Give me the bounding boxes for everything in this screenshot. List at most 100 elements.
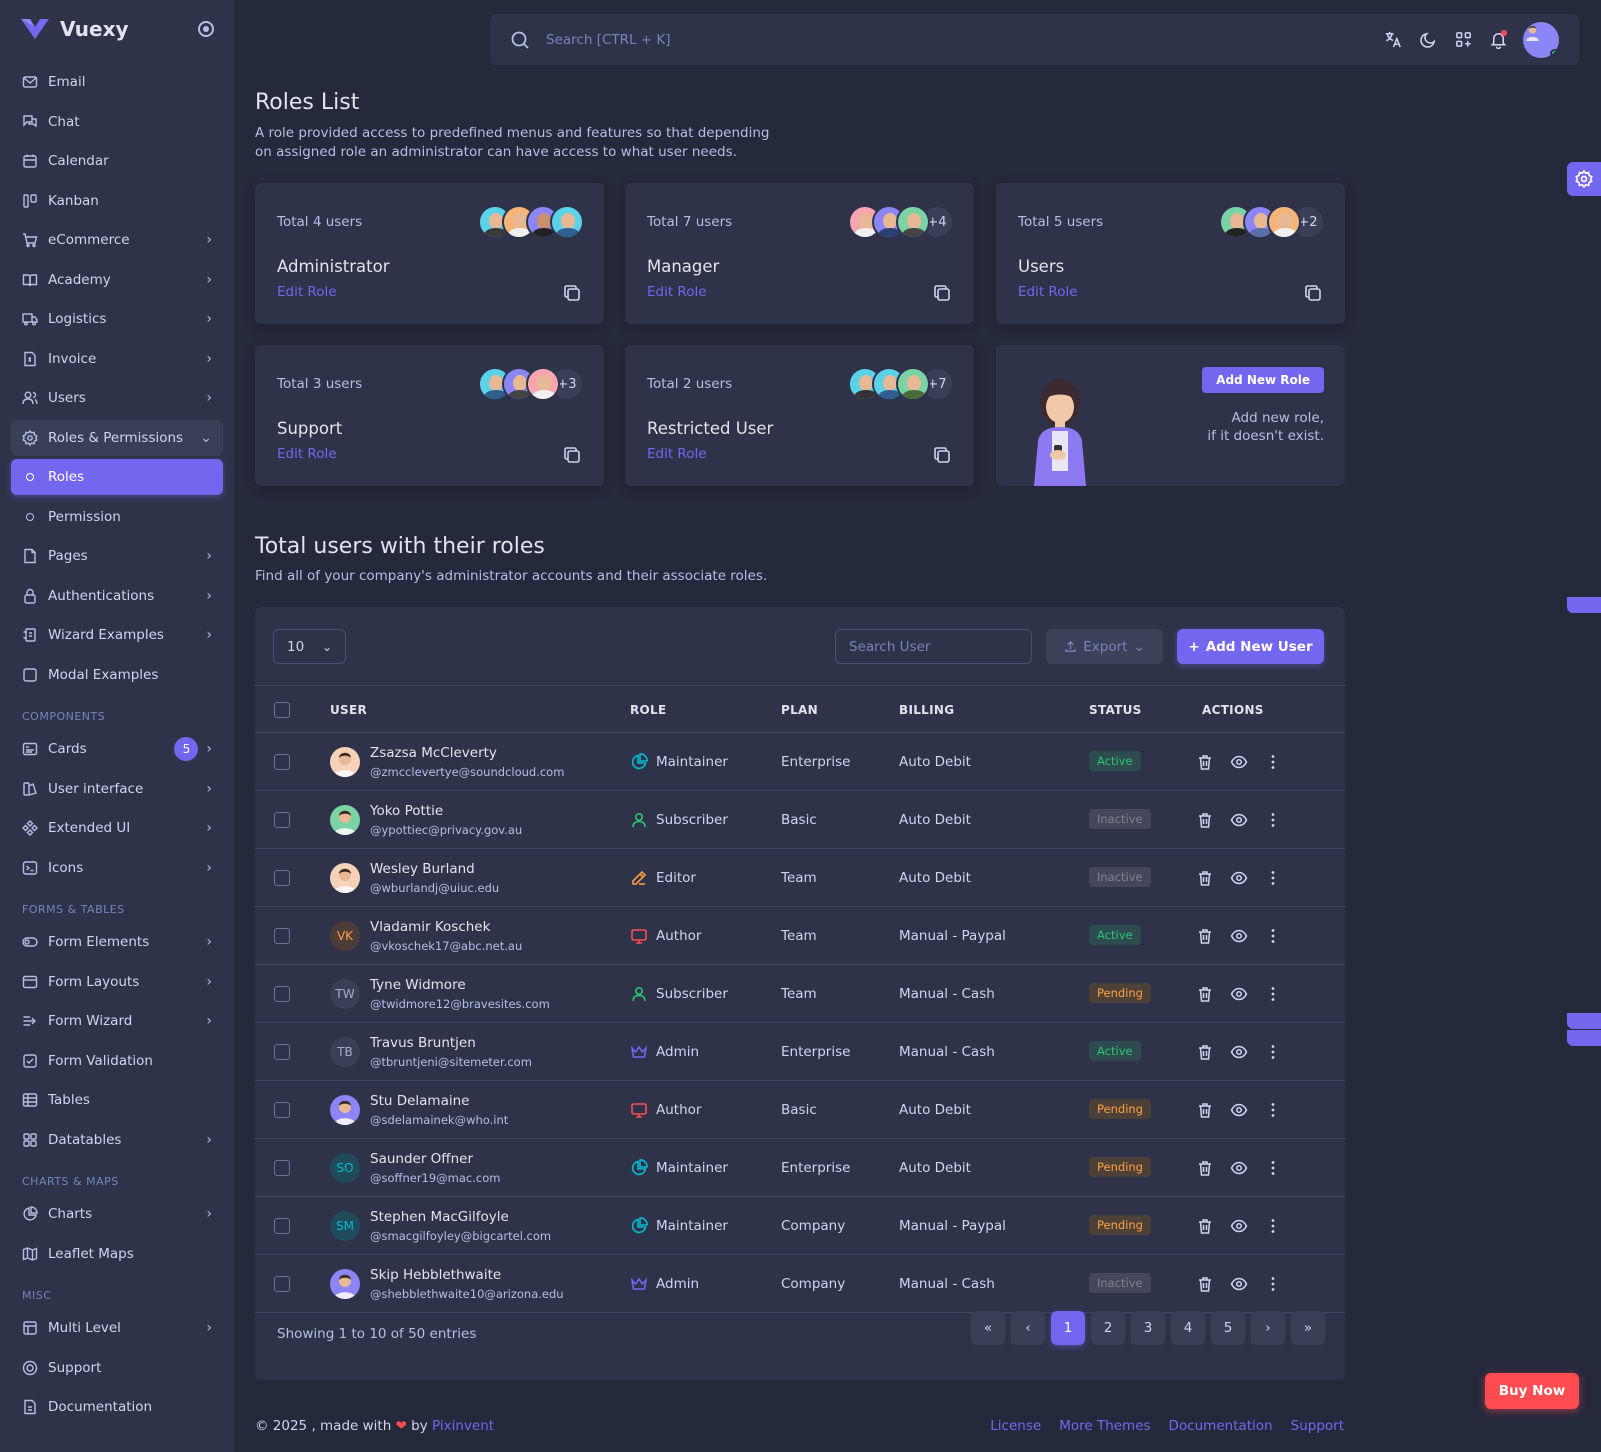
row-checkbox[interactable] (274, 1218, 290, 1234)
more-vertical-icon[interactable] (1264, 1159, 1282, 1177)
sidebar-item-form-layouts[interactable]: Form Layouts › (11, 964, 223, 1000)
more-vertical-icon[interactable] (1264, 1101, 1282, 1119)
row-checkbox[interactable] (274, 1044, 290, 1060)
page-button[interactable]: 1 (1051, 1311, 1085, 1345)
add-new-role-button[interactable]: Add New Role (1202, 367, 1324, 393)
side-tab[interactable] (1567, 597, 1601, 613)
user-name-link[interactable]: Travus Bruntjen (370, 1035, 476, 1051)
footer-link-more-themes[interactable]: More Themes (1059, 1418, 1150, 1434)
eye-icon[interactable] (1230, 1101, 1248, 1119)
sidebar-item-pages[interactable]: Pages › (11, 538, 223, 574)
eye-icon[interactable] (1230, 1043, 1248, 1061)
avatar[interactable]: VK (330, 921, 360, 951)
sidebar-item-user-interface[interactable]: User interface › (11, 771, 223, 807)
more-vertical-icon[interactable] (1264, 869, 1282, 887)
table-row[interactable]: Stu Delamaine @sdelamainek@who.int Autho… (255, 1081, 1345, 1139)
trash-icon[interactable] (1196, 811, 1214, 829)
sidebar-item-documentation[interactable]: Documentation (11, 1389, 223, 1425)
sidebar-item-kanban[interactable]: Kanban (11, 183, 223, 219)
more-vertical-icon[interactable] (1264, 753, 1282, 771)
avatar[interactable] (896, 367, 930, 401)
avatar[interactable]: TW (330, 979, 360, 1009)
sidebar-item-modal-examples[interactable]: Modal Examples (11, 657, 223, 693)
copy-icon[interactable] (932, 445, 952, 465)
trash-icon[interactable] (1196, 1159, 1214, 1177)
sidebar-item-authentications[interactable]: Authentications › (11, 578, 223, 614)
more-vertical-icon[interactable] (1264, 1217, 1282, 1235)
avatar[interactable]: SO (330, 1153, 360, 1183)
user-name-link[interactable]: Yoko Pottie (370, 803, 443, 819)
bell-icon[interactable] (1488, 29, 1508, 50)
footer-link-documentation[interactable]: Documentation (1169, 1418, 1273, 1434)
sidebar-item-roles-permissions[interactable]: Roles & Permissions ⌄ (11, 419, 223, 456)
sidebar-item-chat[interactable]: Chat (11, 104, 223, 140)
avatar[interactable]: SM (330, 1211, 360, 1241)
sidebar-toggle-icon[interactable] (198, 21, 214, 37)
export-button[interactable]: Export ⌄ (1046, 629, 1163, 664)
table-row[interactable]: SM Stephen MacGilfoyle @smacgilfoyley@bi… (255, 1197, 1345, 1255)
sidebar-item-invoice[interactable]: Invoice › (11, 341, 223, 377)
page-button[interactable]: 3 (1131, 1311, 1165, 1345)
translate-icon[interactable] (1383, 30, 1403, 50)
more-vertical-icon[interactable] (1264, 811, 1282, 829)
avatar[interactable] (330, 863, 360, 893)
user-name-link[interactable]: Skip Hebblethwaite (370, 1267, 501, 1283)
user-name-link[interactable]: Stephen MacGilfoyle (370, 1209, 509, 1225)
table-row[interactable]: Skip Hebblethwaite @shebblethwaite10@ari… (255, 1255, 1345, 1313)
edit-role-link[interactable]: Edit Role (277, 446, 337, 462)
eye-icon[interactable] (1230, 985, 1248, 1003)
copy-icon[interactable] (932, 283, 952, 303)
trash-icon[interactable] (1196, 1101, 1214, 1119)
copy-icon[interactable] (562, 445, 582, 465)
avatar[interactable] (896, 205, 930, 239)
row-checkbox[interactable] (274, 812, 290, 828)
next-page-button[interactable]: › (1251, 1311, 1285, 1345)
sidebar-item-support[interactable]: Support (11, 1350, 223, 1386)
avatar[interactable] (330, 805, 360, 835)
column-header-role[interactable]: ROLE (630, 703, 667, 717)
sidebar-item-calendar[interactable]: Calendar (11, 143, 223, 179)
copy-icon[interactable] (1303, 283, 1323, 303)
user-name-link[interactable]: Stu Delamaine (370, 1093, 469, 1109)
sidebar-item-extended-ui[interactable]: Extended UI › (11, 810, 223, 846)
trash-icon[interactable] (1196, 869, 1214, 887)
trash-icon[interactable] (1196, 1217, 1214, 1235)
edit-role-link[interactable]: Edit Role (277, 284, 337, 300)
table-row[interactable]: TB Travus Bruntjen @tbruntjeni@sitemeter… (255, 1023, 1345, 1081)
table-row[interactable]: SO Saunder Offner @soffner19@mac.com Mai… (255, 1139, 1345, 1197)
table-row[interactable]: Yoko Pottie @ypottiec@privacy.gov.au Sub… (255, 791, 1345, 849)
table-row[interactable]: TW Tyne Widmore @twidmore12@bravesites.c… (255, 965, 1345, 1023)
trash-icon[interactable] (1196, 927, 1214, 945)
table-row[interactable]: Wesley Burland @wburlandj@uiuc.edu Edito… (255, 849, 1345, 907)
trash-icon[interactable] (1196, 1275, 1214, 1293)
sidebar-item-tables[interactable]: Tables (11, 1082, 223, 1118)
search-user-input[interactable]: Search User (835, 629, 1032, 664)
sidebar-item-datatables[interactable]: Datatables › (11, 1122, 223, 1158)
edit-role-link[interactable]: Edit Role (647, 284, 707, 300)
avatar[interactable] (526, 367, 560, 401)
company-link[interactable]: Pixinvent (432, 1418, 494, 1434)
sidebar-item-form-elements[interactable]: Form Elements › (11, 924, 223, 960)
avatar[interactable] (550, 205, 584, 239)
search-icon[interactable] (510, 30, 530, 50)
column-header-user[interactable]: USER (330, 703, 367, 717)
eye-icon[interactable] (1230, 1217, 1248, 1235)
row-checkbox[interactable] (274, 1160, 290, 1176)
column-header-billing[interactable]: BILLING (899, 703, 954, 717)
row-checkbox[interactable] (274, 928, 290, 944)
prev-page-button[interactable]: ‹ (1011, 1311, 1045, 1345)
footer-link-license[interactable]: License (990, 1418, 1041, 1434)
more-vertical-icon[interactable] (1264, 1043, 1282, 1061)
moon-icon[interactable] (1418, 30, 1438, 50)
eye-icon[interactable] (1230, 753, 1248, 771)
user-name-link[interactable]: Vladamir Koschek (370, 919, 490, 935)
user-name-link[interactable]: Zsazsa McCleverty (370, 745, 497, 761)
column-header-status[interactable]: STATUS (1089, 703, 1142, 717)
sidebar-item-academy[interactable]: Academy › (11, 262, 223, 298)
column-header-plan[interactable]: PLAN (781, 703, 818, 717)
add-new-user-button[interactable]: + Add New User (1177, 629, 1324, 664)
user-avatar[interactable] (1523, 21, 1559, 58)
more-vertical-icon[interactable] (1264, 1275, 1282, 1293)
sidebar-item-roles[interactable]: Roles (11, 459, 223, 495)
edit-role-link[interactable]: Edit Role (647, 446, 707, 462)
